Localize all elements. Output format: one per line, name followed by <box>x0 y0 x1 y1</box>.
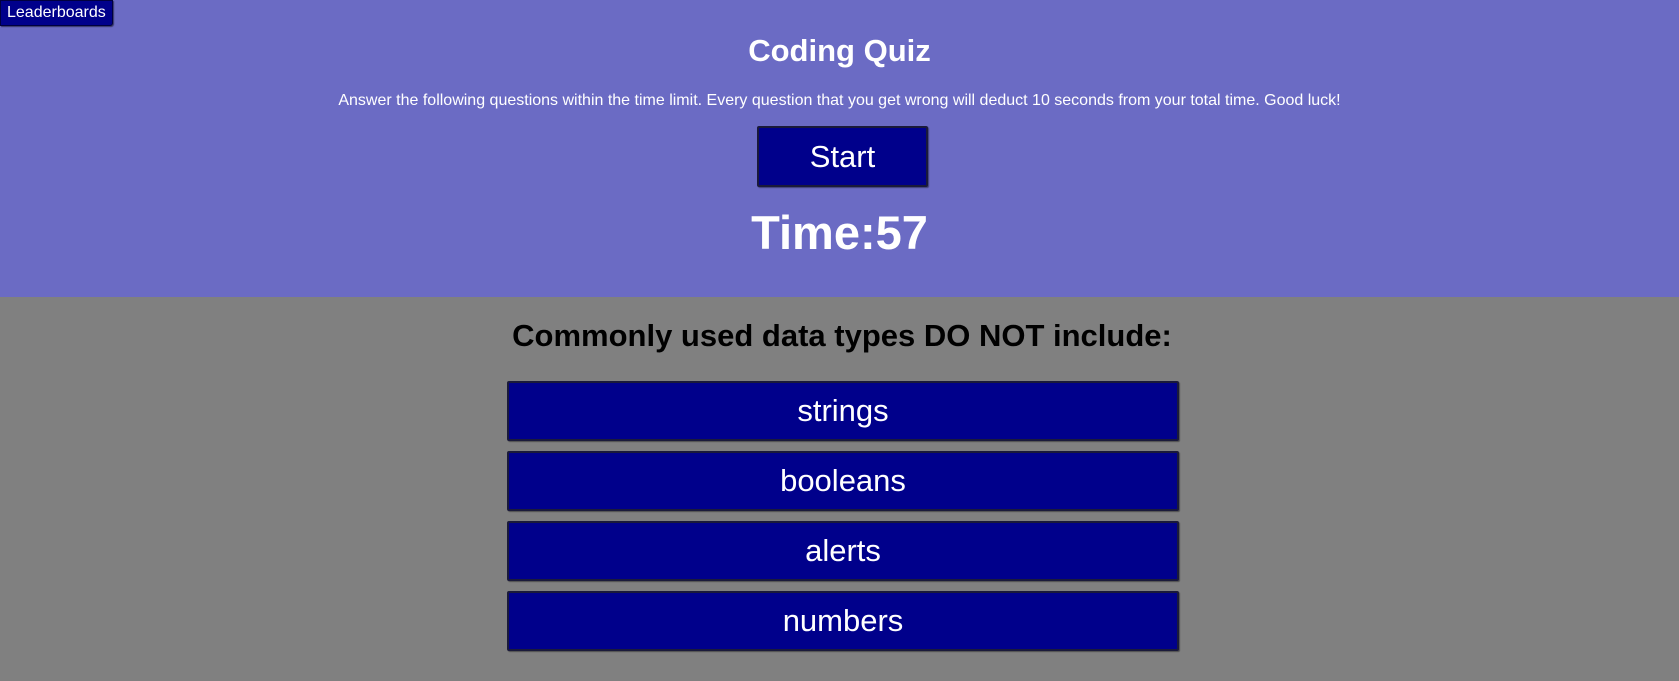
header-panel: Leaderboards Coding Quiz Answer the foll… <box>0 0 1679 297</box>
timer-display: Time:57 <box>751 206 928 259</box>
answer-button-booleans[interactable]: booleans <box>507 451 1179 511</box>
answer-list: strings booleans alerts numbers <box>507 381 1179 661</box>
answer-button-numbers[interactable]: numbers <box>507 591 1179 651</box>
answer-button-alerts[interactable]: alerts <box>507 521 1179 581</box>
leaderboards-button[interactable]: Leaderboards <box>0 0 113 26</box>
page-title: Coding Quiz <box>748 33 931 68</box>
answer-button-strings[interactable]: strings <box>507 381 1179 441</box>
quiz-instructions: Answer the following questions within th… <box>338 92 1341 109</box>
start-button[interactable]: Start <box>757 126 928 187</box>
question-text: Commonly used data types DO NOT include: <box>512 318 1172 353</box>
